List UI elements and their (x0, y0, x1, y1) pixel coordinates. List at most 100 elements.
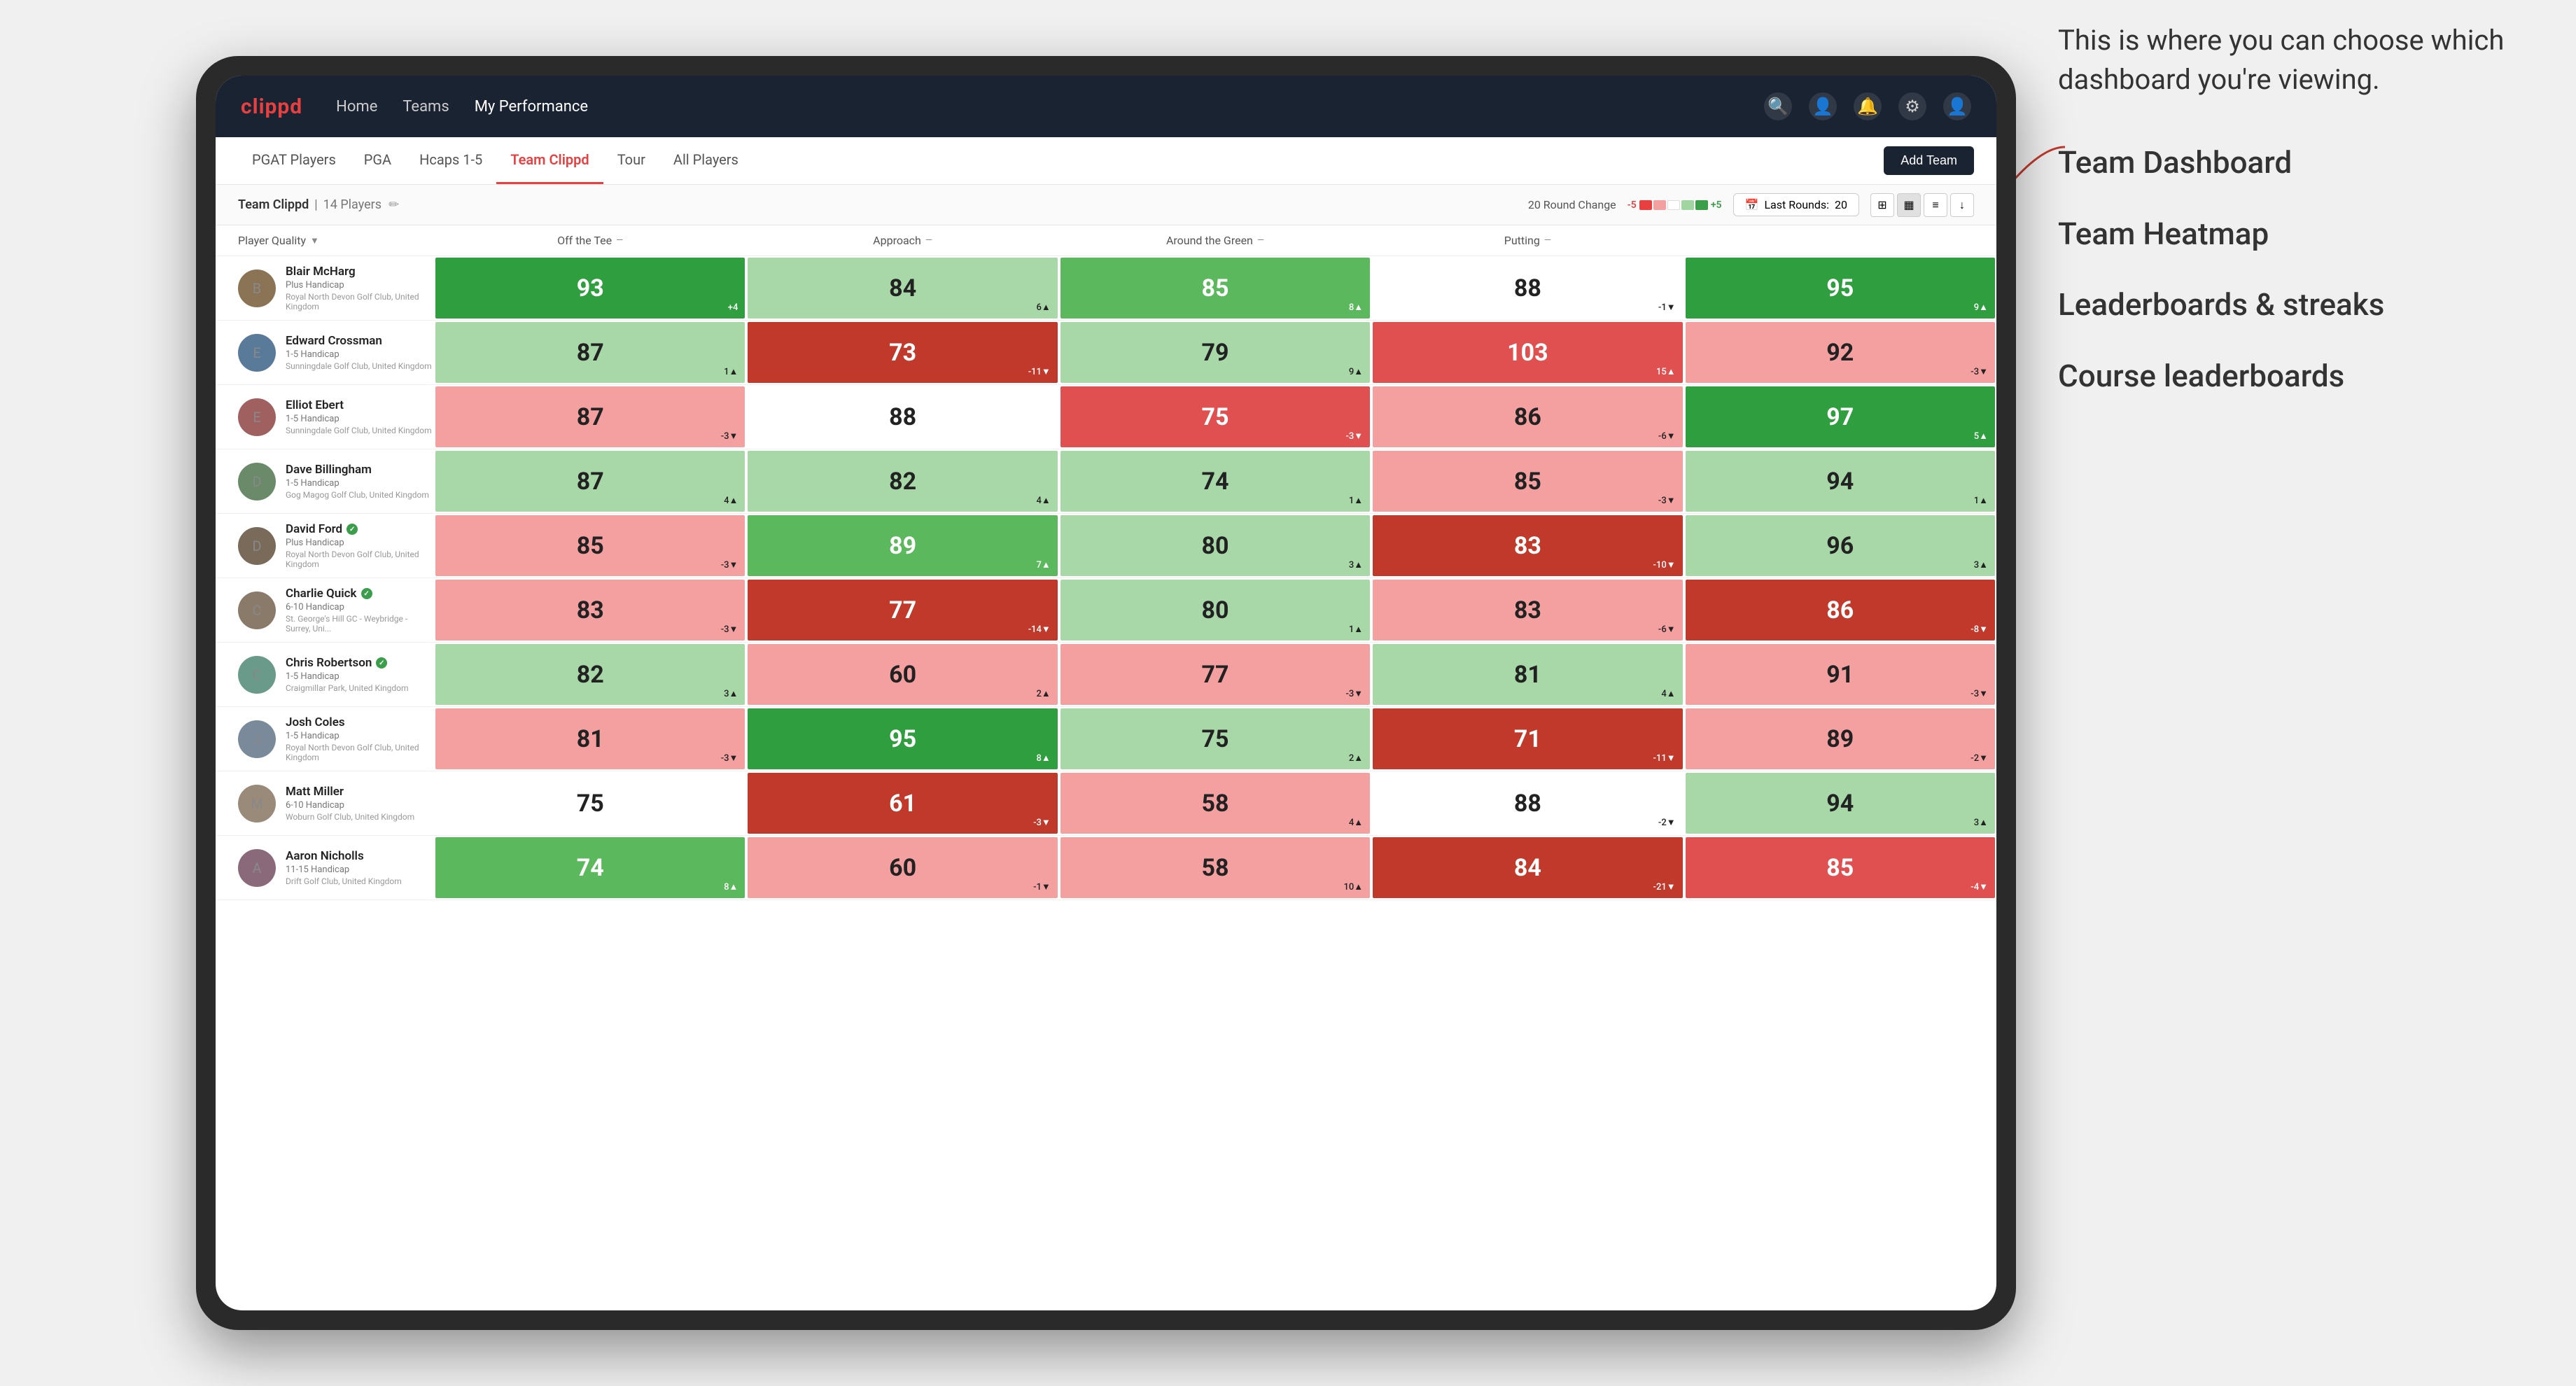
player-details: Elliot Ebert1-5 HandicapSunningdale Golf… (286, 398, 432, 435)
score-value: 91 (1826, 661, 1854, 689)
player-row: EEdward Crossman1-5 HandicapSunningdale … (216, 321, 1996, 385)
score-change: -3▼ (721, 559, 738, 570)
player-info-4[interactable]: DDavid Ford✓Plus HandicapRoyal North Dev… (238, 522, 434, 569)
score-inner: 823▲ (435, 644, 745, 705)
score-value: 95 (889, 725, 916, 753)
score-cell-0-1: 846▲ (746, 256, 1058, 320)
player-club: Royal North Devon Golf Club, United King… (286, 292, 434, 312)
score-change: 4▲ (1661, 688, 1675, 699)
score-value: 71 (1514, 725, 1541, 753)
score-cell-5-0: 83-3▼ (434, 578, 746, 642)
col-header-tee[interactable]: Off the Tee — (434, 234, 746, 247)
score-inner: 85-3▼ (1373, 451, 1682, 512)
sub-nav-hcaps[interactable]: Hcaps 1-5 (405, 137, 496, 184)
grid-view-button[interactable]: ⊞ (1870, 193, 1894, 217)
search-icon[interactable]: 🔍 (1764, 92, 1792, 120)
col-header-putting[interactable]: Putting — (1371, 234, 1684, 247)
hb-1 (1639, 200, 1652, 210)
player-club: St. George's Hill GC - Weybridge - Surre… (286, 614, 434, 634)
hb-3 (1667, 200, 1680, 210)
score-cell-0-2: 858▲ (1059, 256, 1371, 320)
score-value: 89 (889, 532, 916, 560)
player-name: Dave Billingham (286, 463, 429, 477)
score-cell-0-0: 93+4 (434, 256, 746, 320)
col-approach-label: Approach (873, 234, 921, 247)
score-inner: 752▲ (1060, 708, 1370, 769)
heatmap-view-button[interactable]: ▦ (1897, 193, 1921, 217)
score-inner: 75 (435, 773, 745, 834)
score-change: 3▲ (1974, 817, 1988, 828)
download-button[interactable]: ↓ (1950, 193, 1974, 217)
list-view-button[interactable]: ≡ (1924, 193, 1947, 217)
heatmap-neg: -5 (1628, 200, 1637, 211)
player-info-1[interactable]: EEdward Crossman1-5 HandicapSunningdale … (238, 334, 434, 372)
score-cell-8-3: 88 -2▼ (1371, 771, 1684, 835)
player-club: Drift Golf Club, United Kingdom (286, 876, 402, 886)
score-change: 4▲ (1037, 495, 1051, 506)
nav-icons: 🔍 👤 🔔 ⚙ 👤 (1764, 92, 1971, 120)
score-change: -3▼ (1346, 688, 1364, 699)
score-inner: 799▲ (1060, 322, 1370, 383)
score-change: -2▼ (1658, 817, 1676, 828)
score-value: 87 (577, 403, 604, 431)
col-header-approach[interactable]: Approach — (746, 234, 1058, 247)
annotation-item-2: Leaderboards & streaks (2058, 284, 2534, 327)
settings-icon[interactable]: ⚙ (1898, 92, 1926, 120)
player-info-2[interactable]: E Elliot Ebert1-5 HandicapSunningdale Gol… (238, 398, 434, 436)
round-change-label: 20 Round Change (1528, 198, 1616, 211)
col-header-player[interactable]: Player Quality ▼ (238, 234, 434, 247)
col-header-around[interactable]: Around the Green — (1059, 234, 1371, 247)
score-inner: 83-10▼ (1373, 515, 1682, 576)
sub-nav-pgat[interactable]: PGAT Players (238, 137, 350, 184)
add-team-button[interactable]: Add Team (1884, 146, 1974, 175)
player-info-9[interactable]: AAaron Nicholls11-15 HandicapDrift Golf … (238, 849, 434, 887)
score-value: 60 (889, 661, 916, 689)
score-cell-8-4: 943▲ (1684, 771, 1996, 835)
score-value: 92 (1826, 339, 1854, 367)
player-info-7[interactable]: JJosh Coles1-5 HandicapRoyal North Devon… (238, 715, 434, 762)
verified-badge: ✓ (376, 657, 387, 668)
player-club: Sunningdale Golf Club, United Kingdom (286, 426, 432, 435)
players-list: BBlair McHargPlus HandicapRoyal North De… (216, 256, 1996, 1310)
edit-team-icon[interactable]: ✏ (388, 197, 399, 212)
player-handicap: 1-5 Handicap (286, 671, 409, 682)
player-handicap: 6-10 Handicap (286, 602, 434, 612)
score-inner: 741▲ (1060, 451, 1370, 512)
player-info-6[interactable]: CChris Robertson✓1-5 HandicapCraigmillar… (238, 656, 434, 694)
last-rounds-value: 20 (1835, 198, 1847, 211)
nav-link-my-performance[interactable]: My Performance (475, 98, 588, 115)
score-value: 75 (1201, 725, 1228, 753)
avatar: E (238, 398, 276, 436)
player-row: MMatt Miller6-10 HandicapWoburn Golf Clu… (216, 771, 1996, 836)
sub-nav-tour[interactable]: Tour (603, 137, 659, 184)
score-value: 88 (1514, 790, 1541, 818)
score-value: 83 (1514, 532, 1541, 560)
score-change: -3▼ (721, 624, 738, 635)
score-change: -11▼ (1028, 366, 1051, 377)
profile-icon[interactable]: 👤 (1809, 92, 1837, 120)
score-cell-2-2: 75-3▼ (1059, 385, 1371, 449)
score-value: 77 (1201, 661, 1228, 689)
score-inner: 86-8▼ (1686, 580, 1995, 640)
player-row: BBlair McHargPlus HandicapRoyal North De… (216, 256, 1996, 321)
player-info-0[interactable]: BBlair McHargPlus HandicapRoyal North De… (238, 265, 434, 312)
user-avatar[interactable]: 👤 (1943, 92, 1971, 120)
avatar: B (238, 270, 276, 307)
sub-nav-pga[interactable]: PGA (350, 137, 405, 184)
score-change: -3▼ (1346, 430, 1364, 442)
score-inner: 941▲ (1686, 451, 1995, 512)
sub-nav-all-players[interactable]: All Players (659, 137, 752, 184)
nav-link-home[interactable]: Home (336, 98, 377, 115)
nav-link-teams[interactable]: Teams (402, 98, 449, 115)
score-change: -8▼ (1970, 624, 1988, 635)
score-cell-9-2: 5810▲ (1059, 836, 1371, 899)
player-info-8[interactable]: MMatt Miller6-10 HandicapWoburn Golf Clu… (238, 785, 434, 822)
last-rounds-button[interactable]: 📅 Last Rounds: 20 (1733, 193, 1859, 216)
sub-nav-team-clippd[interactable]: Team Clippd (496, 137, 603, 184)
player-info-5[interactable]: CCharlie Quick✓6-10 HandicapSt. George's… (238, 587, 434, 634)
score-change: -11▼ (1653, 752, 1676, 764)
score-inner: 88 (748, 386, 1057, 447)
score-value: 75 (577, 790, 604, 818)
notifications-icon[interactable]: 🔔 (1854, 92, 1882, 120)
player-info-3[interactable]: DDave Billingham1-5 HandicapGog Magog Go… (238, 463, 434, 500)
